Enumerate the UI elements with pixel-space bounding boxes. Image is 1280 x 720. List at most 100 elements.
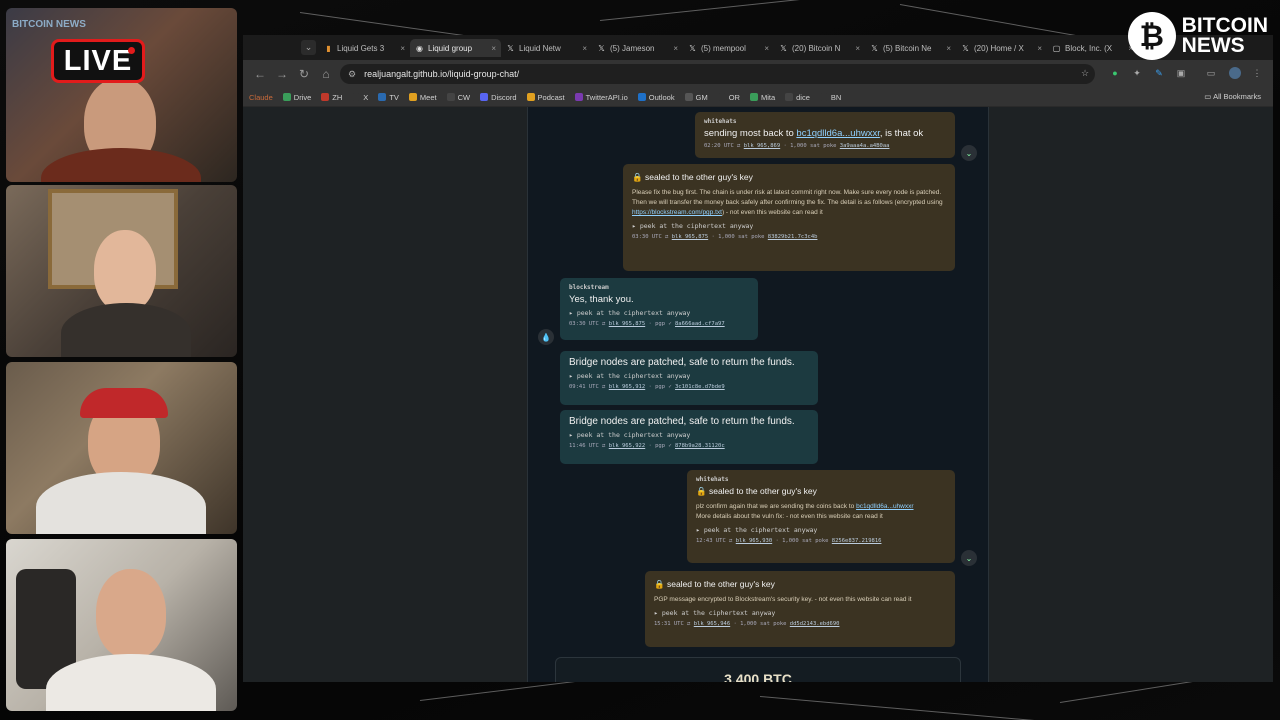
extension-icon[interactable]: ✦: [1131, 67, 1143, 79]
bookmark-favicon-icon: [717, 93, 726, 101]
tab-list: ▮ Liquid Gets 3 × ◉ Liquid group × 𝕏 Liquid Net…: [319, 39, 1138, 57]
message-body: PGP message encrypted to Blockstream's s…: [654, 596, 912, 603]
bookmark-item[interactable]: Outlook: [637, 93, 675, 102]
webcam-guest-1: [6, 185, 237, 357]
bookmark-item[interactable]: GM: [684, 92, 708, 102]
person-head: [94, 230, 156, 312]
bookmark-item[interactable]: Discord: [480, 93, 517, 102]
tx-hash-link[interactable]: 878b9a28.31120c: [675, 443, 725, 449]
back-icon[interactable]: ←: [249, 63, 271, 85]
react-icon[interactable]: ⌄: [961, 145, 977, 161]
bookmark-item[interactable]: ZH: [321, 93, 342, 102]
bookmark-item[interactable]: BN: [819, 93, 841, 102]
browser-tab[interactable]: 𝕏 Liquid Netw ×: [501, 39, 592, 57]
home-icon[interactable]: ⌂: [315, 63, 337, 85]
tx-hash-link[interactable]: 83829b21.7c3c4b: [768, 234, 818, 240]
bookmark-item[interactable]: Mita: [749, 92, 776, 102]
browser-tab[interactable]: ◉ Liquid group ×: [410, 39, 501, 57]
tx-hash-link[interactable]: dd5d2143.ebd690: [790, 621, 840, 627]
bookmark-item[interactable]: CW: [446, 93, 470, 102]
address-link[interactable]: bc1qdlld6a...uhwxxr: [856, 503, 913, 510]
url-text: realjuangalt.github.io/liquid-group-chat…: [364, 69, 520, 79]
tab-close-icon[interactable]: ×: [855, 44, 860, 53]
message-text: Bridge nodes are patched, safe to return…: [569, 357, 795, 368]
peek-ciphertext-toggle[interactable]: ▸ peek at the ciphertext anyway: [569, 372, 809, 380]
x-icon: 𝕏: [507, 43, 514, 53]
bookmark-star-icon[interactable]: ☆: [1079, 67, 1091, 79]
block-link[interactable]: blk 965,946: [694, 621, 730, 627]
tab-close-icon[interactable]: ×: [582, 44, 587, 53]
site-info-icon[interactable]: ⚙: [348, 69, 356, 80]
bookmark-item[interactable]: TV: [378, 93, 399, 102]
reload-icon[interactable]: ↻: [293, 63, 315, 85]
chat-message: Bridge nodes are patched, safe to return…: [560, 351, 818, 405]
profile-avatar-icon[interactable]: [1229, 67, 1241, 79]
message-body: Please fix the bug first. The chain is u…: [632, 189, 943, 206]
lock-icon: 🔒: [632, 172, 643, 182]
all-bookmarks-button[interactable]: ▭ All Bookmarks: [1204, 92, 1261, 101]
tx-hash-link[interactable]: 8256e837.219816: [832, 538, 882, 544]
tab-search-icon[interactable]: ⌄: [301, 40, 316, 55]
bookmark-list: Claude Drive ZH X TV Meet CW Discord Podcast Twit…: [249, 93, 841, 102]
tab-close-icon[interactable]: ×: [400, 44, 405, 53]
bookmark-item[interactable]: Drive: [282, 93, 311, 102]
browser-tab[interactable]: ▢Block, Inc. (X×: [1047, 39, 1138, 57]
menu-dots-icon[interactable]: ⋮: [1251, 67, 1263, 79]
peek-ciphertext-toggle[interactable]: ▸ peek at the ciphertext anyway: [569, 309, 749, 317]
block-link[interactable]: blk 965,869: [744, 143, 780, 149]
bookmark-favicon-icon: [526, 93, 535, 101]
bookmark-item[interactable]: TwitterAPI.io: [574, 93, 628, 102]
bookmark-item[interactable]: OR: [717, 92, 740, 102]
cast-icon[interactable]: ▭: [1205, 67, 1217, 79]
bookmark-label: Mita: [760, 92, 776, 102]
tx-hash-link[interactable]: 8a666aad.cf7a97: [675, 321, 725, 327]
tab-close-icon[interactable]: ×: [946, 44, 951, 53]
browser-tab[interactable]: 𝕏 (5) Bitcoin Ne ×: [865, 39, 956, 57]
chat-message: whitehats 🔒 sealed to the other guy's ke…: [687, 470, 955, 563]
red-cap: [80, 388, 168, 418]
address-link[interactable]: bc1qdlld6a...uhwxxr: [796, 128, 879, 139]
block-link[interactable]: blk 965,912: [609, 384, 645, 390]
block-link[interactable]: blk 965,930: [736, 538, 772, 544]
extension-icon[interactable]: ✎: [1153, 67, 1165, 79]
message-time: 15:31 UTC: [654, 621, 684, 627]
poke-amount: 1,000 sat poke: [718, 234, 765, 240]
chat-message: 🔒 sealed to the other guy's key Please f…: [623, 164, 955, 271]
tab-close-icon[interactable]: ×: [491, 44, 496, 53]
bookmark-item[interactable]: Meet: [408, 93, 437, 102]
bookmark-item[interactable]: X: [352, 93, 368, 102]
react-icon[interactable]: ⌄: [961, 550, 977, 566]
peek-ciphertext-toggle[interactable]: ▸ peek at the ciphertext anyway: [632, 222, 946, 230]
browser-tab[interactable]: ▮ Liquid Gets 3 ×: [319, 39, 410, 57]
bookmark-item[interactable]: dice: [785, 93, 810, 102]
bookmark-label: GM: [695, 92, 708, 102]
extensions-puzzle-icon[interactable]: ▣: [1175, 67, 1187, 79]
pgp-key-link[interactable]: https://blockstream.com/pgp.txt: [632, 209, 722, 216]
extension-icon[interactable]: ●: [1109, 67, 1121, 79]
tx-hash-link[interactable]: 3c101c8e.d7bde9: [675, 384, 725, 390]
block-link[interactable]: blk 965,875: [672, 234, 708, 240]
person-head: [96, 569, 166, 659]
tab-close-icon[interactable]: ×: [1037, 44, 1042, 53]
browser-tab[interactable]: 𝕏 (20) Bitcoin N ×: [774, 39, 865, 57]
bookmark-favicon-icon: [819, 93, 828, 101]
peek-ciphertext-toggle[interactable]: ▸ peek at the ciphertext anyway: [654, 609, 946, 617]
tab-close-icon[interactable]: ×: [764, 44, 769, 53]
bookmark-item[interactable]: Claude: [249, 93, 273, 102]
block-link[interactable]: blk 965,875: [609, 321, 645, 327]
bookmark-item[interactable]: Podcast: [526, 93, 565, 102]
folder-icon: ▭: [1204, 92, 1214, 101]
peek-ciphertext-toggle[interactable]: ▸ peek at the ciphertext anyway: [569, 431, 809, 439]
browser-tab[interactable]: 𝕏 (20) Home / X ×: [956, 39, 1047, 57]
block-link[interactable]: blk 965,922: [609, 443, 645, 449]
person-body: [36, 472, 206, 534]
browser-tab[interactable]: 𝕏 (5) mempool ×: [683, 39, 774, 57]
x-icon: 𝕏: [780, 43, 787, 53]
peek-ciphertext-toggle[interactable]: ▸ peek at the ciphertext anyway: [696, 526, 946, 534]
browser-tab[interactable]: 𝕏 (5) Jameson ×: [592, 39, 683, 57]
tx-hash-link[interactable]: 3a9aaa4a.a4B0aa: [840, 143, 890, 149]
tab-close-icon[interactable]: ×: [673, 44, 678, 53]
bookmark-label: OR: [728, 92, 740, 102]
address-bar[interactable]: ⚙ realjuangalt.github.io/liquid-group-ch…: [340, 64, 1095, 84]
forward-icon[interactable]: →: [271, 63, 293, 85]
